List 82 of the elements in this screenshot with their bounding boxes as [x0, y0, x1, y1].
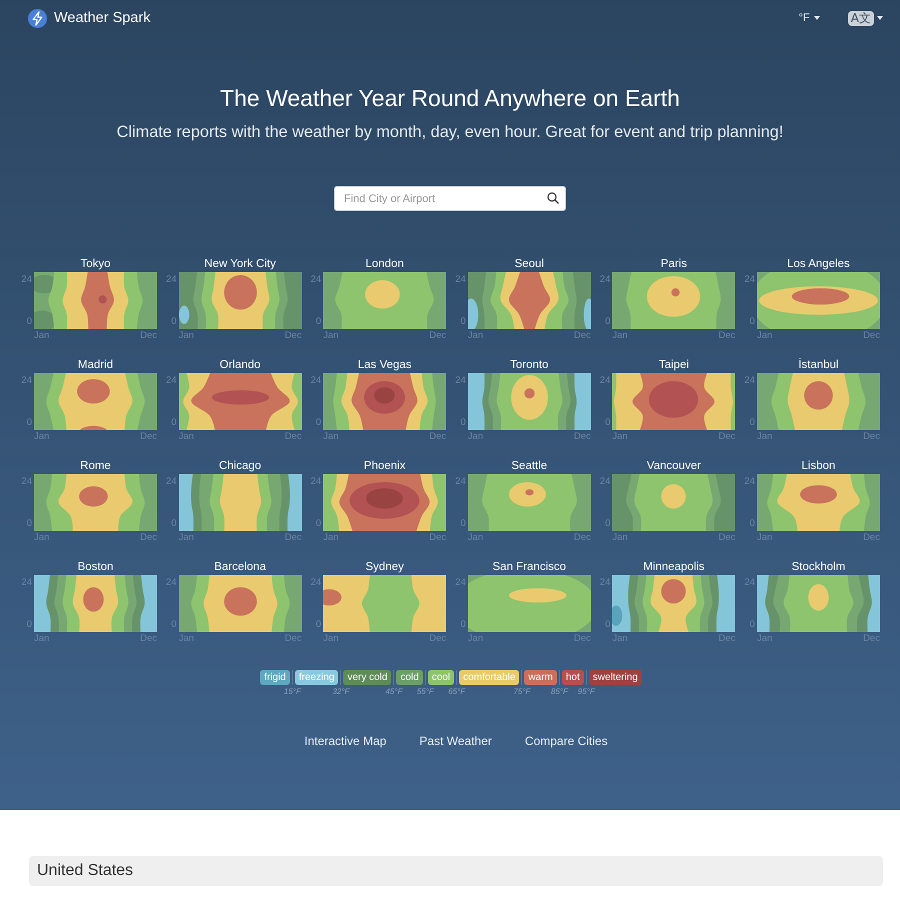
axis-label: 0 — [460, 316, 466, 327]
city-link[interactable]: Orlando — [220, 358, 261, 373]
city-link[interactable]: Vancouver — [646, 459, 701, 474]
city-link[interactable]: Rome — [80, 459, 111, 474]
language-button[interactable]: A文 — [848, 10, 874, 26]
axis-label: 0 — [26, 316, 32, 327]
temperature-tick-label: 45°F — [385, 686, 402, 697]
temperature-tick-label: 85°F — [550, 686, 568, 697]
city-link[interactable]: Madrid — [78, 358, 114, 373]
temperature-tick-label: 55°F — [416, 686, 434, 697]
page-title: The Weather Year Round Anywhere on Earth — [219, 84, 681, 112]
city-link[interactable]: Boston — [78, 560, 114, 575]
axis-label: Dec — [718, 329, 736, 342]
axis-label: Jan — [468, 329, 484, 342]
city-link[interactable]: Sydney — [366, 560, 404, 575]
nav-link[interactable]: Compare Cities — [524, 733, 608, 749]
axis-label: 24 — [455, 274, 466, 285]
search-field[interactable]: Find City or Airport — [334, 186, 566, 211]
city-link[interactable]: Phoenix — [364, 459, 406, 474]
legend-item: frigid — [260, 670, 290, 685]
legend-item: warm — [524, 670, 557, 685]
city-link[interactable]: İstanbul — [798, 358, 839, 373]
axis-label: 24 — [744, 274, 755, 285]
city-link[interactable]: San Francisco — [492, 560, 566, 575]
temperature-tick-label: 95°F — [578, 686, 595, 697]
lightning-bolt-icon[interactable] — [28, 8, 47, 28]
section-heading: United States — [29, 856, 883, 886]
temperature-tick-label: 15°F — [284, 686, 301, 697]
axis-label: Dec — [574, 329, 591, 342]
nav-link[interactable]: Past Weather — [419, 733, 492, 749]
axis-label: Jan — [756, 329, 772, 342]
city-link[interactable]: Chicago — [218, 459, 262, 474]
city-link[interactable]: Paris — [660, 257, 687, 272]
axis-label: Jan — [178, 329, 194, 342]
caret-icon — [814, 16, 820, 20]
page-subtitle: Climate reports with the weather by month, day, even hour. Great for event and trip planning! — [116, 122, 784, 143]
axis-label: 24 — [21, 375, 32, 386]
search-icon[interactable] — [547, 192, 559, 204]
legend-item: hot — [562, 670, 584, 685]
unit-dropdown[interactable]: °F — [798, 11, 820, 25]
city-link[interactable]: Las Vegas — [358, 358, 412, 373]
axis-label: Dec — [140, 329, 157, 342]
city-link[interactable]: Taipei — [658, 358, 689, 373]
city-link[interactable]: Seoul — [514, 257, 544, 272]
axis-label: Jan — [612, 329, 628, 342]
city-link[interactable]: Minneapolis — [643, 560, 705, 575]
axis-label: 0 — [316, 316, 322, 327]
axis-label: 24 — [166, 274, 177, 285]
site-name[interactable]: Weather Spark — [54, 9, 150, 27]
temperature-tick-label: 32°F — [332, 686, 350, 697]
axis-label: Dec — [429, 329, 446, 342]
axis-label: 0 — [750, 316, 755, 327]
axis-label: Jan — [323, 329, 339, 342]
axis-label: Jan — [34, 329, 50, 342]
city-link[interactable]: Tokyo — [80, 257, 111, 272]
axis-label: 24 — [744, 375, 755, 386]
temperature-tick-label: 65°F — [448, 686, 466, 697]
axis-label: 24 — [310, 274, 322, 285]
city-link[interactable]: London — [366, 257, 404, 272]
legend-item: very cold — [343, 670, 392, 685]
axis-label: 24 — [455, 375, 466, 386]
legend-item: cool — [428, 670, 454, 685]
nav-link[interactable]: Interactive Map — [304, 733, 386, 749]
legend-item: cold — [396, 670, 423, 685]
legend-item: sweltering — [588, 670, 642, 685]
axis-label: Dec — [863, 329, 880, 342]
city-link[interactable]: Barcelona — [214, 560, 266, 575]
caret-icon — [877, 16, 883, 20]
temperature-tick-label: 75°F — [513, 686, 530, 697]
city-link[interactable]: Stockholm — [792, 560, 846, 575]
city-link[interactable]: Toronto — [510, 358, 548, 373]
axis-label: 24 — [21, 274, 32, 285]
city-link[interactable]: Los Angeles — [787, 257, 850, 272]
legend-item: freezing — [294, 670, 338, 685]
axis-label: 0 — [171, 316, 177, 327]
city-link[interactable]: Seattle — [511, 459, 548, 474]
legend-item: comfortable — [459, 670, 520, 685]
axis-label: 0 — [605, 316, 610, 327]
axis-label: 24 — [600, 274, 610, 285]
axis-label: Dec — [284, 329, 302, 342]
city-link[interactable]: New York City — [204, 257, 276, 272]
city-link[interactable]: Lisbon — [802, 459, 836, 474]
